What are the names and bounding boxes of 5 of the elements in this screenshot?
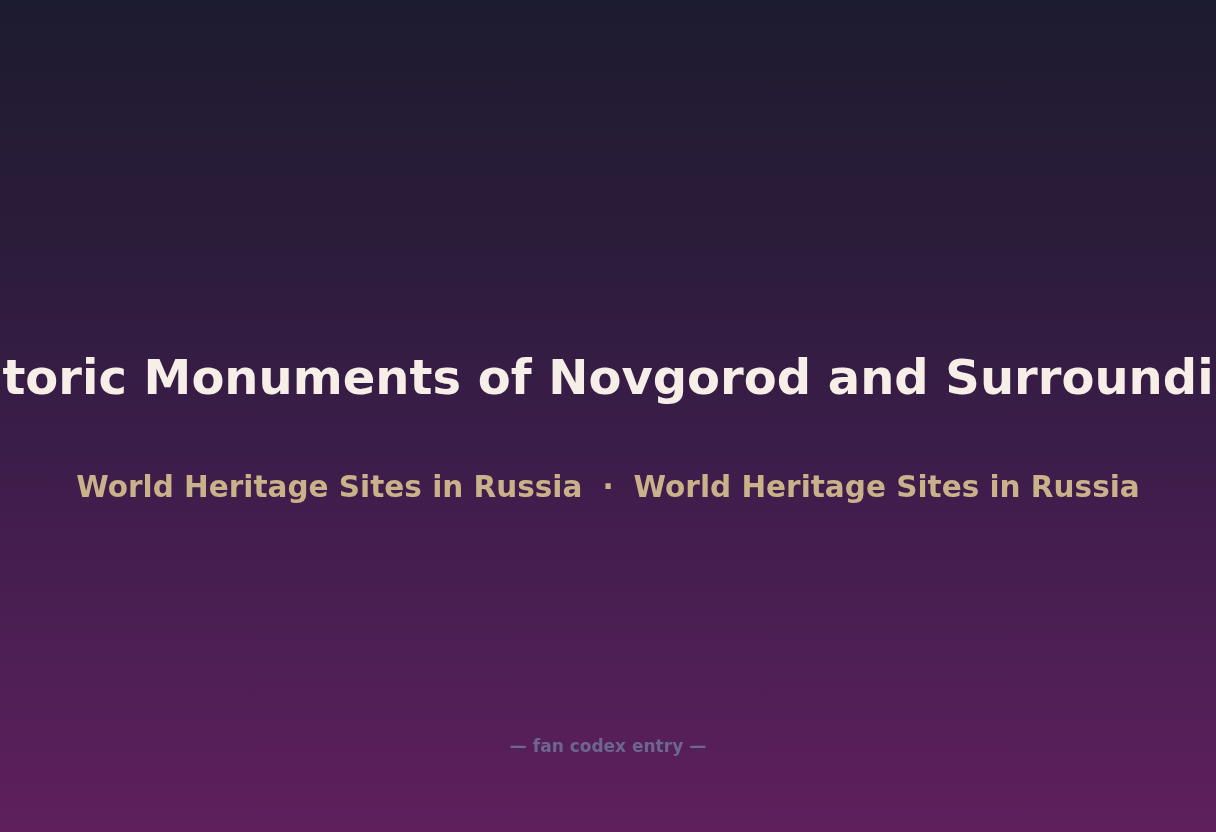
footer-caption: — fan codex entry —	[509, 735, 707, 757]
subtitle-text: World Heritage Sites in Russia	[633, 469, 1140, 505]
subtitle-text: World Heritage Sites in Russia	[76, 469, 583, 505]
page-title: toric Monuments of Novgorod and Surroundi	[2, 348, 1214, 407]
separator-dot: ·	[602, 469, 614, 505]
